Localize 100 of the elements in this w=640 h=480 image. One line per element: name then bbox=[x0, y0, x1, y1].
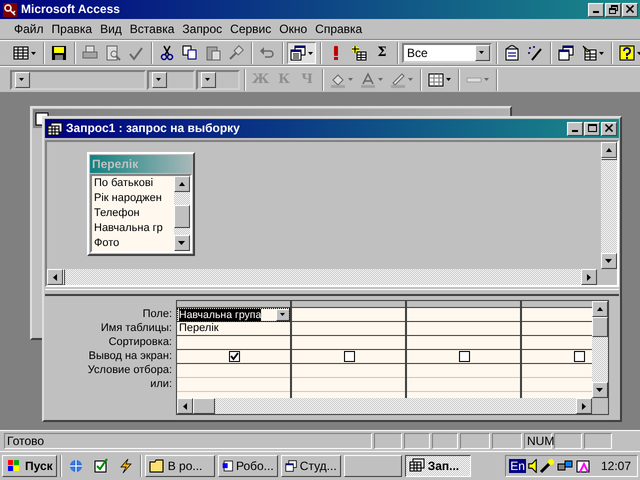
scrollbar-thumb[interactable] bbox=[592, 317, 608, 337]
window-title: Запрос1 : запрос на выборку bbox=[66, 121, 240, 136]
row-label: Условие отбора: bbox=[86, 363, 173, 377]
scroll-arrow-button[interactable] bbox=[47, 269, 63, 285]
combo-box[interactable]: Все bbox=[402, 43, 492, 63]
table-title: Перелік bbox=[90, 155, 192, 173]
close-button[interactable] bbox=[601, 122, 617, 136]
scroll-arrow-button[interactable] bbox=[174, 176, 190, 192]
new-object-icon bbox=[581, 45, 597, 61]
dropdown-arrow-icon bbox=[280, 312, 286, 316]
scroll-arrow-button[interactable] bbox=[177, 398, 193, 414]
checkbox[interactable] bbox=[229, 351, 240, 362]
word-document-icon bbox=[222, 458, 233, 474]
dropdown-button[interactable] bbox=[276, 308, 290, 320]
taskbar-button[interactable]: Робо... bbox=[218, 455, 278, 477]
field-item[interactable]: Рік народжен bbox=[92, 191, 174, 206]
taskbar-button[interactable]: Студ... bbox=[280, 455, 341, 477]
field-item[interactable]: Фото bbox=[92, 236, 174, 251]
globe-icon bbox=[68, 458, 84, 474]
start-button[interactable]: Пуск bbox=[2, 455, 57, 477]
clock: 12:07 bbox=[600, 458, 631, 474]
windows-logo-icon bbox=[6, 459, 22, 473]
dropdown-arrow-icon bbox=[308, 52, 313, 54]
column-selector[interactable] bbox=[177, 301, 290, 308]
minimize-button[interactable] bbox=[567, 122, 583, 136]
row-label: или: bbox=[149, 377, 173, 391]
taskbar-button[interactable] bbox=[344, 455, 402, 477]
language-indicator[interactable]: En bbox=[509, 458, 526, 474]
dropdown-arrow-icon bbox=[378, 78, 384, 81]
scroll-arrow-button[interactable] bbox=[174, 235, 190, 251]
menu-item[interactable]: Справка bbox=[311, 20, 366, 38]
key-icon bbox=[2, 2, 18, 18]
field-item[interactable]: Навчальна гр bbox=[92, 221, 174, 236]
scroll-arrow-button[interactable] bbox=[581, 269, 597, 285]
datasheet-icon bbox=[13, 45, 29, 61]
up-arrow-icon bbox=[178, 181, 186, 187]
row-label: Вывод на экран: bbox=[88, 349, 173, 363]
status-panel bbox=[584, 433, 612, 449]
menu-item[interactable]: Сервис bbox=[226, 20, 276, 38]
field-item[interactable]: По батькові bbox=[92, 176, 174, 191]
taskbar-button[interactable]: Зап... bbox=[404, 455, 471, 477]
down-arrow-icon bbox=[596, 388, 604, 392]
scrollbar-thumb[interactable] bbox=[193, 398, 215, 414]
pen-icon bbox=[390, 72, 406, 88]
right-arrow-icon bbox=[582, 402, 586, 410]
scroll-arrow-button[interactable] bbox=[601, 142, 617, 158]
check-icon bbox=[230, 352, 239, 361]
checkbox[interactable] bbox=[459, 351, 470, 362]
lightning-icon bbox=[118, 458, 134, 474]
menu-item[interactable]: Файл bbox=[10, 20, 48, 38]
combo-box[interactable] bbox=[147, 70, 195, 90]
field-item[interactable]: Телефон bbox=[92, 206, 174, 221]
menu-item[interactable]: Запрос bbox=[178, 20, 226, 38]
checkbox[interactable] bbox=[574, 351, 585, 362]
borders-icon bbox=[428, 72, 444, 88]
maximize-button[interactable] bbox=[584, 122, 600, 136]
left-arrow-icon bbox=[52, 274, 58, 280]
scrollbar-thumb[interactable] bbox=[174, 205, 190, 228]
status-text: Готово bbox=[4, 433, 372, 449]
scroll-arrow-button[interactable] bbox=[592, 382, 608, 398]
scrollbar-thumb[interactable] bbox=[63, 269, 65, 285]
column-selector[interactable] bbox=[292, 301, 405, 308]
combo-box[interactable] bbox=[196, 70, 240, 90]
scheduler-icon bbox=[574, 458, 591, 474]
scroll-arrow-button[interactable] bbox=[576, 398, 592, 414]
menu-item[interactable]: Правка bbox=[48, 20, 96, 38]
scroll-arrow-button[interactable] bbox=[592, 301, 608, 317]
dropdown-arrow-icon bbox=[205, 78, 212, 82]
dropdown-arrow-icon bbox=[479, 51, 486, 55]
scrollbar-thumb[interactable] bbox=[601, 158, 617, 160]
row-label: Поле: bbox=[142, 307, 173, 321]
pane-splitter[interactable] bbox=[45, 289, 619, 296]
column-selector[interactable] bbox=[407, 301, 520, 308]
minimize-button[interactable] bbox=[588, 2, 604, 16]
scrollbar[interactable] bbox=[174, 176, 190, 251]
table-name: Перелік bbox=[179, 322, 219, 335]
menu-item[interactable]: Вид bbox=[96, 20, 126, 38]
status-panel bbox=[492, 433, 522, 449]
paint-bucket-icon bbox=[330, 72, 346, 88]
restore-button[interactable] bbox=[605, 2, 621, 16]
scrollbar[interactable] bbox=[592, 301, 608, 398]
dropdown-arrow-icon bbox=[599, 52, 604, 54]
scrollbar[interactable] bbox=[177, 398, 592, 414]
speaker-icon[interactable] bbox=[528, 459, 537, 473]
copy-icon bbox=[182, 45, 198, 61]
toolbar-button[interactable] bbox=[287, 42, 316, 64]
scrollbar[interactable] bbox=[601, 142, 617, 269]
up-arrow-icon bbox=[596, 306, 604, 312]
scrollbar[interactable] bbox=[47, 269, 597, 285]
print-preview-icon bbox=[105, 45, 121, 61]
menu-item[interactable]: Окно bbox=[275, 20, 312, 38]
dropdown-arrow-icon bbox=[31, 52, 36, 54]
toolbar-button[interactable]: Σ bbox=[371, 42, 393, 64]
close-button[interactable] bbox=[622, 2, 638, 16]
menu-item[interactable]: Вставка bbox=[126, 20, 178, 38]
up-arrow-icon bbox=[605, 147, 613, 153]
printer-icon bbox=[82, 45, 98, 61]
taskbar-button[interactable]: В ро... bbox=[144, 455, 215, 477]
checkbox[interactable] bbox=[344, 351, 355, 362]
scroll-arrow-button[interactable] bbox=[601, 253, 617, 269]
